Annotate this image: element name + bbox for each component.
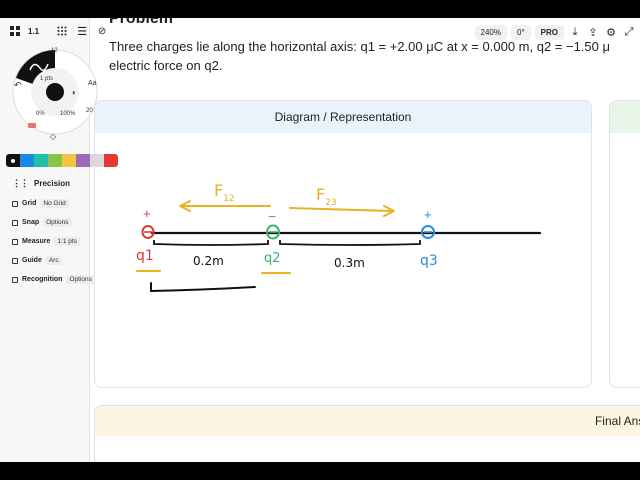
menu-icon[interactable]: ☰ (75, 24, 89, 38)
precision-row-measure[interactable]: Measure 1:1 pts (12, 237, 95, 246)
measure-checkbox[interactable] (12, 238, 18, 245)
grid-label: Grid (22, 200, 37, 207)
distance-label-12: 0.2m (193, 254, 224, 268)
measure-label: Measure (22, 238, 51, 245)
tool-panel: 12 1 pts 0% 100% Aa 20 ↶ ◐ ◇ ⋮⋮ Precisio… (0, 18, 118, 462)
grid-checkbox[interactable] (12, 200, 18, 207)
color-swatch-gray[interactable] (90, 154, 104, 167)
side-value-label: 20 (86, 108, 93, 114)
distance-bracket-12 (153, 240, 269, 246)
color-swatch-black[interactable] (6, 154, 20, 167)
version-label[interactable]: 1.1 (28, 27, 39, 36)
dots-grid-icon[interactable] (55, 24, 69, 38)
color-swatch-red[interactable] (104, 154, 118, 167)
app-screen: Problem Three charges lie along the hori… (0, 18, 640, 462)
brush-size-dot[interactable] (46, 83, 64, 101)
blend-icon[interactable]: ◇ (50, 132, 56, 141)
toolbar-right: 240% 0° PRO ⤓ ⇪ ⚙ ⤢ (474, 25, 636, 40)
guide-checkbox[interactable] (12, 257, 18, 264)
pro-badge[interactable]: PRO (534, 25, 564, 40)
snap-value[interactable]: Options (43, 218, 72, 227)
eraser-icon[interactable] (28, 123, 36, 128)
precision-header[interactable]: ⋮⋮ Precision (12, 178, 95, 189)
color-swatch-purple[interactable] (76, 154, 90, 167)
color-swatch-blue[interactable] (20, 154, 34, 167)
precision-row-recognition[interactable]: Recognition Options (12, 275, 95, 284)
grid-value[interactable]: No Grid (40, 199, 69, 208)
q1-sign: + (143, 206, 151, 221)
precision-row-grid[interactable]: Grid No Grid (12, 199, 95, 208)
snap-label: Snap (22, 219, 40, 226)
opacity-right-label: 100% (60, 111, 76, 117)
precision-panel: ⋮⋮ Precision Grid No Grid Snap Options M… (12, 178, 95, 284)
precision-row-snap[interactable]: Snap Options (12, 218, 95, 227)
distance-bracket-23 (279, 240, 421, 246)
precision-title: Precision (34, 179, 71, 188)
guide-value[interactable]: Arc (45, 256, 62, 265)
q3-sign: + (424, 207, 432, 222)
top-toolbar: 1.1 ☰ ⊘ 240% 0° PRO ⤓ ⇪ ⚙ ⤢ (0, 18, 640, 48)
settings-gear-icon[interactable]: ⚙ (604, 26, 618, 40)
color-swatch-yellow[interactable] (62, 154, 76, 167)
measure-value[interactable]: 1:1 pts (54, 237, 80, 246)
q3-label: q3 (420, 253, 438, 269)
color-swatch-green[interactable] (48, 154, 62, 167)
recognition-checkbox[interactable] (12, 276, 18, 283)
color-swatch-teal[interactable] (34, 154, 48, 167)
expand-icon[interactable]: ⤢ (622, 26, 636, 40)
toolbar-left: 1.1 ☰ ⊘ (8, 24, 109, 38)
opacity-left-label: 0% (36, 111, 45, 117)
recognition-value[interactable]: Options (66, 275, 95, 284)
brush-thickness-label: 1 pts (40, 76, 54, 82)
color-palette (6, 154, 118, 167)
force-arrow-f23 (289, 205, 395, 217)
share-icon[interactable]: ⇪ (586, 26, 600, 40)
q2-sign: − (268, 208, 276, 224)
recognition-label: Recognition (22, 276, 63, 283)
precision-row-guide[interactable]: Guide Arc (12, 256, 95, 265)
q2-label: q2 (264, 251, 281, 266)
zoom-pill[interactable]: 240% (474, 25, 507, 40)
lasso-icon[interactable]: ⊘ (95, 24, 109, 38)
font-style-label[interactable]: Aa (88, 80, 97, 87)
q1-label: q1 (136, 248, 154, 264)
brush-size-value: 12 (51, 48, 58, 54)
snap-checkbox[interactable] (12, 219, 18, 226)
download-icon[interactable]: ⤓ (568, 26, 582, 40)
guide-label: Guide (22, 257, 42, 264)
undo-icon[interactable]: ↶ (14, 80, 22, 91)
brush-radial-menu[interactable] (12, 48, 98, 136)
distance-label-23: 0.3m (334, 256, 365, 270)
force-label-f23: F23 (316, 185, 337, 208)
contrast-icon[interactable]: ◐ (72, 88, 77, 97)
force-label-f12: F12 (214, 181, 235, 204)
rotation-pill[interactable]: 0° (511, 25, 531, 40)
gallery-grid-icon[interactable] (8, 24, 22, 38)
ink-stroke (150, 282, 256, 293)
grid-dots-icon: ⋮⋮ (12, 178, 29, 188)
